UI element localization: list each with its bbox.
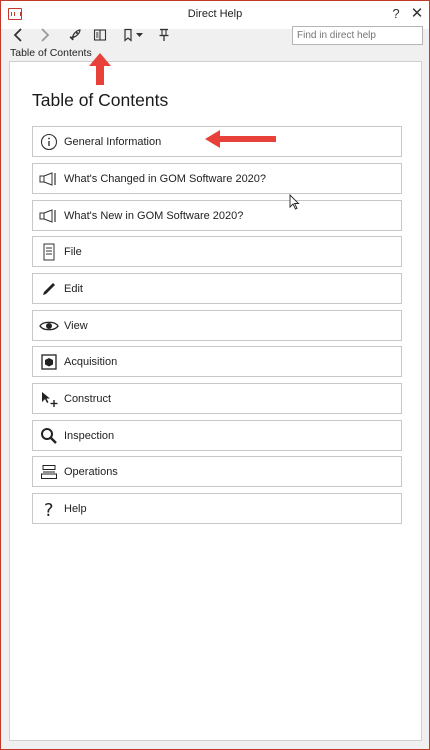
book-icon [93,29,107,41]
forward-button[interactable] [34,25,54,45]
annotation-arrow-up-icon [89,53,111,85]
file-icon [34,237,64,266]
stack-icon [34,457,64,486]
toc-item-label: General Information [64,135,162,148]
toc-item-construct[interactable]: Construct [32,383,402,414]
window-title: Direct Help [187,8,243,20]
pane-label: Table of Contents [10,47,92,59]
megaphone-icon [34,164,64,193]
chevron-right-icon [41,28,50,42]
toc-item-label: What's Changed in GOM Software 2020? [64,172,267,185]
toc-item-label: Construct [64,392,112,405]
rocket-icon [69,29,81,41]
mouse-cursor-icon [289,194,300,210]
toc-item-whats-changed[interactable]: What's Changed in GOM Software 2020? [32,163,402,194]
toc-item-view[interactable]: View [32,310,402,341]
rocket-button[interactable] [65,25,85,45]
toc-content-pane: Table of Contents General Information Wh… [9,61,422,741]
page-title: Table of Contents [32,90,169,110]
toc-item-acquisition[interactable]: Acquisition [32,346,402,377]
back-button[interactable] [9,25,29,45]
toc-item-help[interactable]: ? Help [32,493,402,524]
cube-icon [34,347,64,376]
help-button[interactable]: ? [388,7,404,21]
table-of-contents-button[interactable] [90,25,110,45]
megaphone-icon [34,201,64,230]
toc-item-label: What's New in GOM Software 2020? [64,209,244,222]
annotation-arrow-left-icon [205,130,276,148]
bookmark-dropdown-button[interactable] [134,25,144,45]
toc-item-label: Operations [64,465,118,478]
toc-item-label: Help [64,502,87,515]
toc-item-label: Inspection [64,429,115,442]
toc-item-label: View [64,319,88,332]
close-button[interactable]: ✕ [409,6,425,21]
search-input[interactable] [292,26,423,45]
direct-help-window: Direct Help ? ✕ Find in direct help Tabl… [0,0,430,750]
toc-item-file[interactable]: File [32,236,402,267]
toc-item-label: Edit [64,282,83,295]
caret-down-icon [135,32,143,37]
question-icon: ? [34,494,64,523]
info-icon [34,127,64,156]
toc-item-label: File [64,245,82,258]
toc-item-label: Acquisition [64,355,118,368]
chevron-left-icon [13,28,22,42]
pin-icon [159,28,169,41]
pencil-icon [34,274,64,303]
eye-icon [34,311,64,340]
cursor-plus-icon [34,384,64,413]
pin-button[interactable] [154,25,174,45]
svg-text:?: ? [44,500,54,519]
magnifier-icon [34,421,64,450]
toc-item-inspection[interactable]: Inspection [32,420,402,451]
toc-item-whats-new[interactable]: What's New in GOM Software 2020? [32,200,402,231]
toc-item-edit[interactable]: Edit [32,273,402,304]
bookmark-icon [124,28,132,42]
toc-item-operations[interactable]: Operations [32,456,402,487]
